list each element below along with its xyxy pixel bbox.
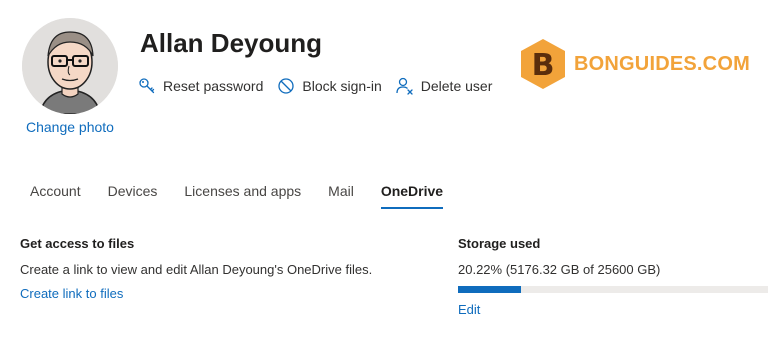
key-icon (139, 78, 155, 94)
user-actions-toolbar: Reset password Block sign-in Delete user (138, 77, 506, 95)
storage-usage-text: 20.22% (5176.32 GB of 25600 GB) (458, 262, 661, 277)
edit-storage-link[interactable]: Edit (458, 302, 480, 317)
block-sign-in-label: Block sign-in (302, 78, 382, 94)
delete-user-icon (396, 77, 413, 95)
user-display-name: Allan Deyoung (140, 28, 323, 58)
site-watermark: B BONGUIDES.COM (518, 37, 750, 91)
delete-user-label: Delete user (420, 78, 493, 94)
watermark-text: BONGUIDES.COM (574, 52, 750, 75)
delete-user-button[interactable]: Delete user (396, 77, 493, 95)
block-sign-in-button[interactable]: Block sign-in (277, 77, 382, 95)
profile-photo (22, 18, 118, 114)
storage-progress-fill (458, 286, 521, 293)
reset-password-button[interactable]: Reset password (138, 77, 263, 95)
reset-password-label: Reset password (163, 78, 264, 94)
tab-mail[interactable]: Mail (328, 183, 354, 209)
storage-section-title: Storage used (458, 236, 541, 251)
tab-devices[interactable]: Devices (108, 183, 158, 209)
svg-text:B: B (532, 48, 555, 83)
create-link-to-files-link[interactable]: Create link to files (20, 286, 123, 301)
tab-licenses-and-apps[interactable]: Licenses and apps (184, 183, 301, 209)
tab-onedrive[interactable]: OneDrive (380, 183, 444, 209)
files-description: Create a link to view and edit Allan Dey… (20, 262, 373, 277)
tab-account[interactable]: Account (30, 183, 81, 209)
files-section-title: Get access to files (20, 236, 135, 251)
storage-progress-bar (458, 286, 768, 293)
watermark-logo-icon: B (521, 39, 565, 89)
block-icon (278, 78, 295, 94)
user-details-tabs: Account Devices Licenses and apps Mail O… (30, 183, 470, 209)
avatar (22, 18, 118, 114)
change-photo-link[interactable]: Change photo (26, 119, 114, 135)
